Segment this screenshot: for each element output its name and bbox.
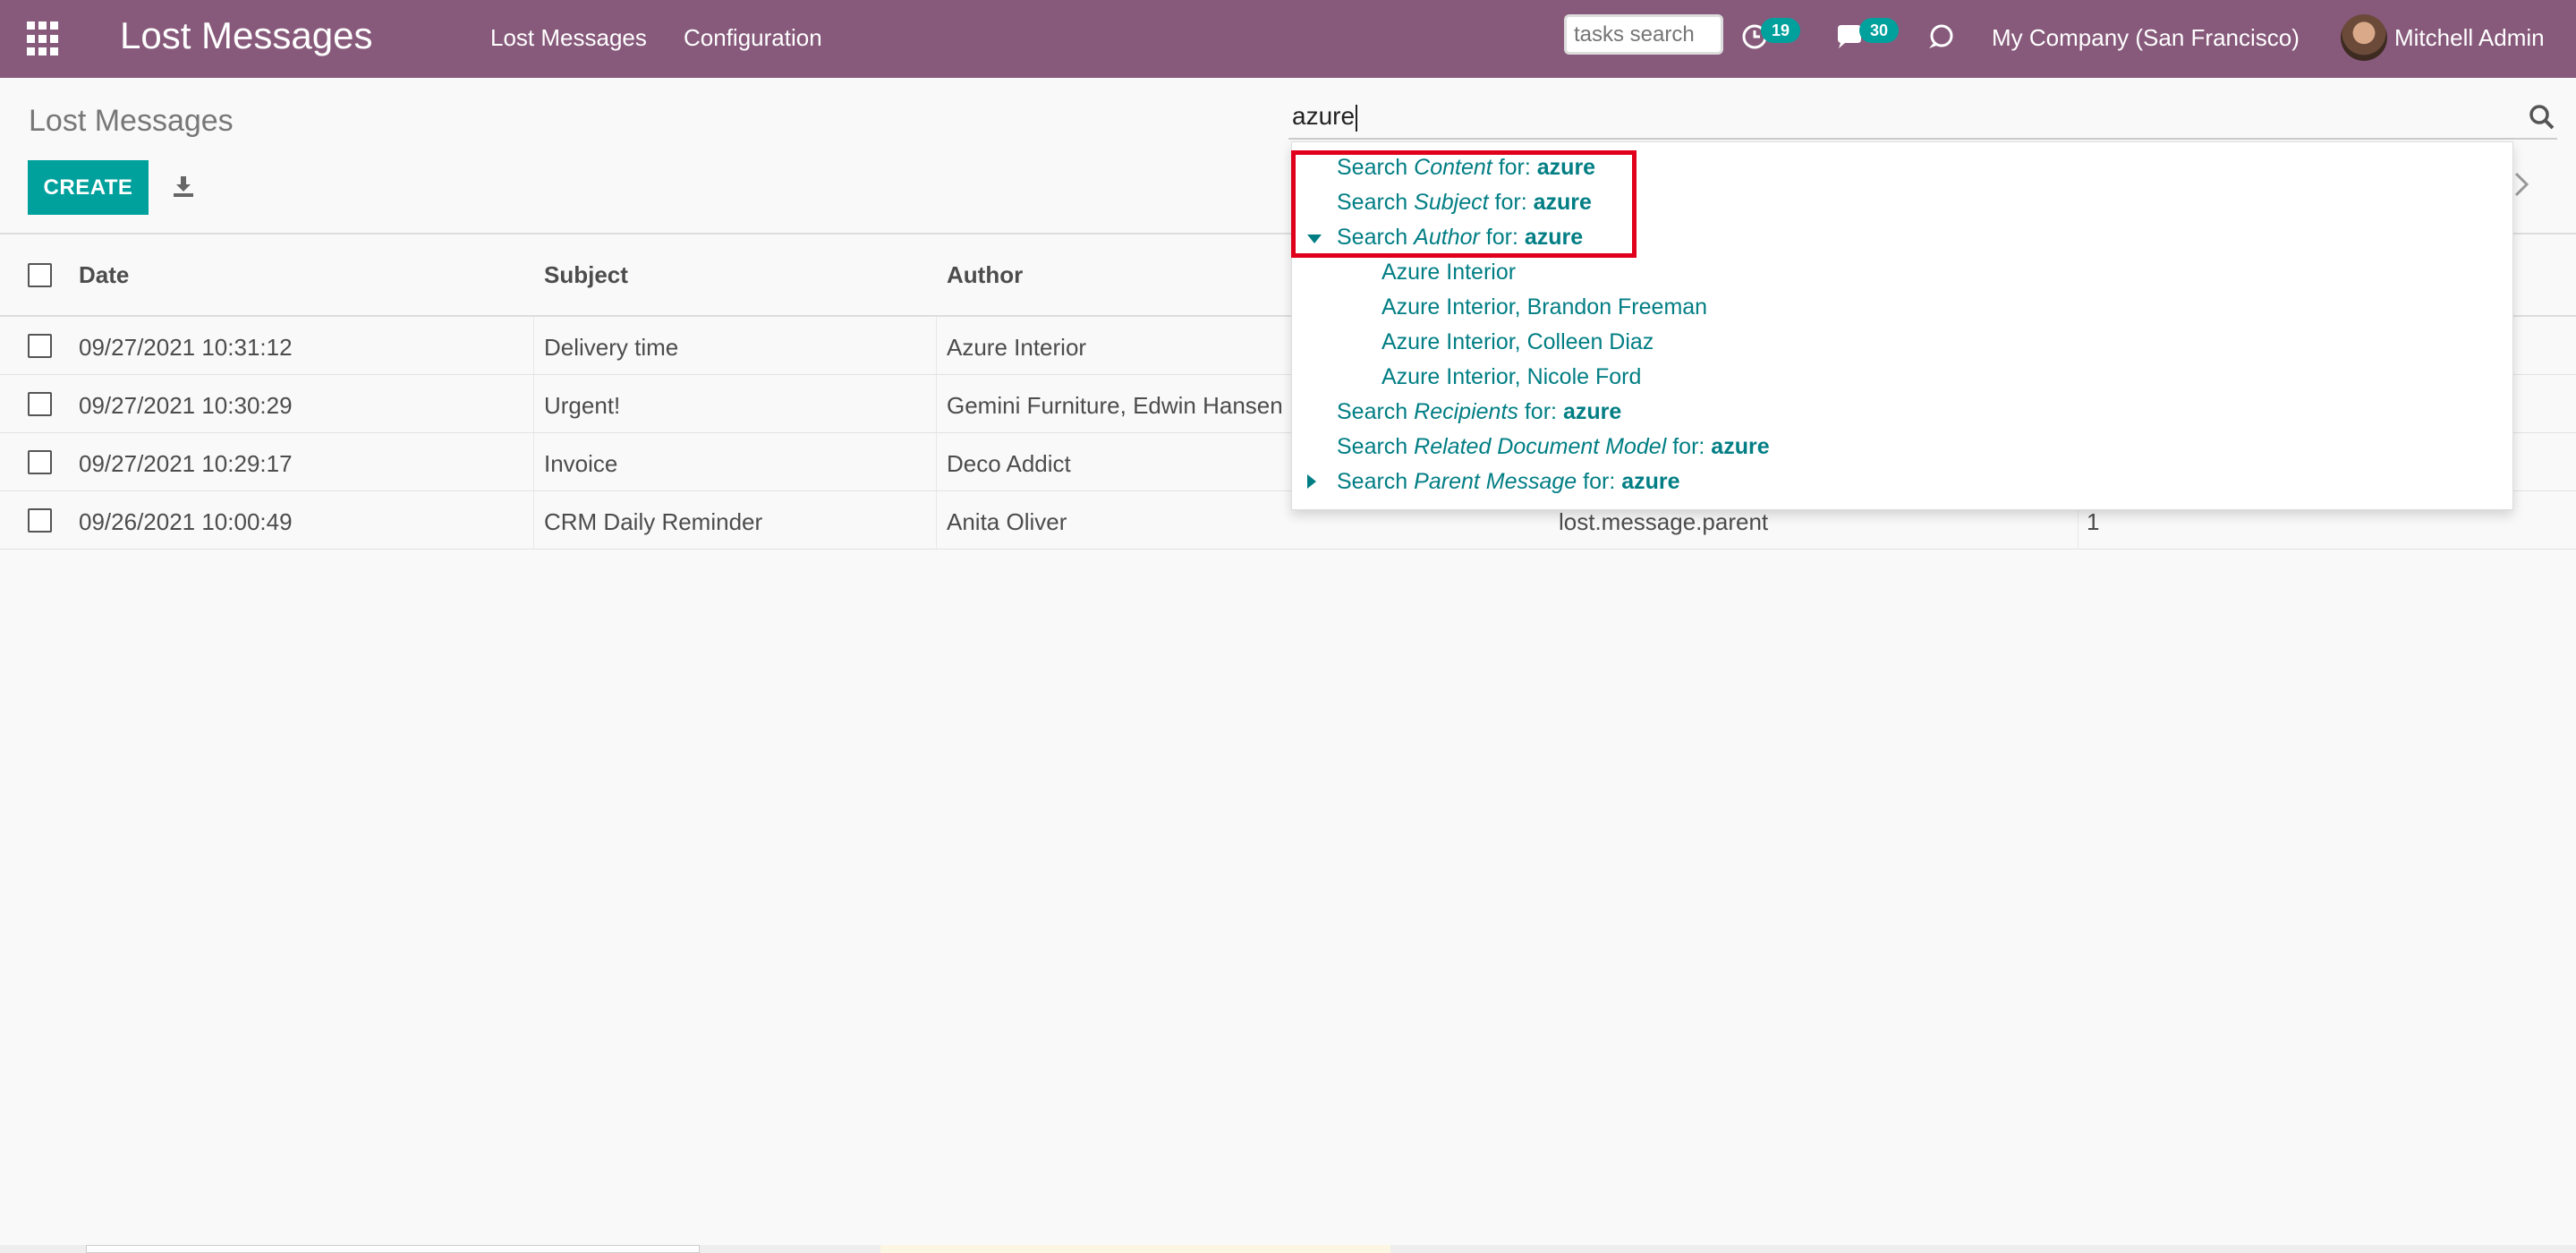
row-subject: Delivery time [544,334,679,361]
column-subject[interactable]: Subject [544,261,628,289]
author-suggestion[interactable]: Azure Interior, Brandon Freeman [1382,294,1707,320]
author-suggestion[interactable]: Azure Interior, Colleen Diaz [1382,329,1654,355]
search-icon[interactable] [2527,102,2557,132]
pager-next-icon[interactable] [2511,170,2532,199]
row-checkbox[interactable] [28,392,52,416]
column-date[interactable]: Date [79,261,129,289]
row-model: lost.message.parent [1559,508,1769,535]
company-switcher[interactable]: My Company (San Francisco) [1992,24,2300,52]
search-related-model-option[interactable]: Search Related Document Model for: azure [1337,434,1770,460]
user-menu[interactable]: Mitchell Admin [2394,24,2545,52]
row-date: 09/26/2021 10:00:49 [79,508,293,535]
menu-lost-messages[interactable]: Lost Messages [490,24,647,52]
row-checkbox[interactable] [28,450,52,474]
expand-caret-right-icon[interactable] [1307,474,1316,489]
column-separator [533,491,534,549]
voip-phone-icon[interactable] [1926,21,1956,52]
search-parent-message-option[interactable]: Search Parent Message for: azure [1337,469,1680,495]
row-checkbox[interactable] [28,508,52,533]
download-icon[interactable] [170,173,197,200]
column-separator [533,433,534,490]
row-checkbox[interactable] [28,334,52,358]
column-separator [533,375,534,432]
column-separator [533,317,534,374]
row-date: 09/27/2021 10:30:29 [79,392,293,419]
select-all-checkbox[interactable] [28,263,52,287]
bottom-strip [0,1245,2576,1253]
search-bar[interactable]: azure [1288,97,2557,140]
row-date: 09/27/2021 10:31:12 [79,334,293,361]
row-subject: Invoice [544,450,618,477]
row-author: Azure Interior [947,334,1087,361]
app-title: Lost Messages [120,14,373,56]
row-subject: CRM Daily Reminder [544,508,763,535]
author-suggestion[interactable]: Azure Interior [1382,260,1516,286]
annotation-highlight-box [1291,150,1637,258]
row-date: 09/27/2021 10:29:17 [79,450,293,477]
search-input[interactable]: azure [1292,102,1358,132]
author-suggestion[interactable]: Azure Interior, Nicole Ford [1382,364,1641,390]
row-author: Deco Addict [947,450,1071,477]
search-recipients-option[interactable]: Search Recipients for: azure [1337,399,1621,425]
row-author: Anita Oliver [947,508,1067,535]
create-button[interactable]: CREATE [28,160,149,215]
apps-menu-icon[interactable] [27,21,63,57]
column-separator [936,317,937,374]
top-navbar: Lost Messages Lost Messages Configuratio… [0,0,2576,78]
user-avatar[interactable] [2341,14,2387,61]
activity-count-badge: 19 [1761,18,1800,43]
menu-configuration[interactable]: Configuration [684,24,822,52]
tasks-search-input[interactable] [1564,14,1723,55]
column-separator [936,375,937,432]
message-count-badge: 30 [1859,18,1899,43]
column-author[interactable]: Author [947,261,1023,289]
breadcrumb: Lost Messages [29,104,234,138]
row-subject: Urgent! [544,392,621,419]
row-extra: 1 [2087,508,2100,535]
row-author: Gemini Furniture, Edwin Hansen [947,392,1283,419]
column-separator [936,433,937,490]
column-separator [936,491,937,549]
